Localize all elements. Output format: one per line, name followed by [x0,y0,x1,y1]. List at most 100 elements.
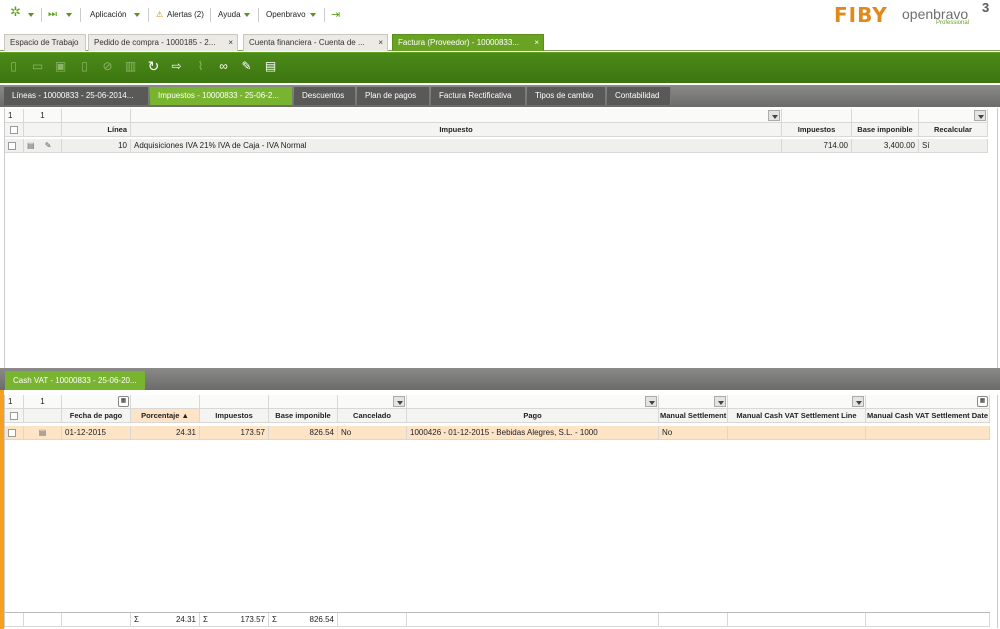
filter-count: 1 [24,109,62,123]
column-header-recalc[interactable]: Recalcular [919,123,988,137]
filter-base[interactable] [269,395,338,409]
column-header-cancelled[interactable]: Cancelado [338,409,407,423]
quick-create-icon[interactable]: ✲ [10,5,21,19]
column-header-base[interactable]: Base imponible [269,409,338,423]
subtab-exchange-rates[interactable]: Tipos de cambio [527,87,606,105]
column-header-payment[interactable]: Pago [407,409,659,423]
logout-icon[interactable]: ⇥ [331,8,340,22]
summary-empty [728,613,866,627]
tab-financial-account[interactable]: Cuenta financiera - Cuenta de ... × [243,34,388,51]
save-close-icon[interactable]: ▯ [75,57,94,76]
column-header-line[interactable]: Línea [62,123,131,137]
select-all-checkbox[interactable] [5,409,24,423]
help-menu-caret[interactable] [244,8,250,22]
column-header-taxes[interactable]: Impuestos [782,123,852,137]
filter-manual-date[interactable]: ▦ [866,395,990,409]
filter-tax[interactable] [131,109,782,123]
calendar-icon[interactable]: ▦ [118,396,129,407]
alerts-link[interactable]: Alertas (2) [167,8,204,22]
refresh-icon[interactable]: ↻ [144,57,163,76]
chevron-down-icon[interactable] [393,396,405,407]
column-header-manual-line[interactable]: Manual Cash VAT Settlement Line [728,409,866,423]
link-icon[interactable]: ∞ [214,57,233,76]
filter-payment[interactable] [407,395,659,409]
export-icon[interactable]: ⇨ [167,57,186,76]
grid-view-icon[interactable]: ▤ [261,57,280,76]
delete-icon[interactable]: ▥ [121,57,140,76]
column-header-date[interactable]: Fecha de pago [62,409,131,423]
cash-vat-grid: 1 1 ▦ ▦ Fecha de pago Porcentaje ▲ Impue… [4,395,998,628]
summary-empty [62,613,131,627]
chevron-down-icon[interactable] [974,110,986,121]
chevron-down-icon[interactable] [714,396,726,407]
close-icon[interactable]: × [228,35,233,51]
subtab-corrective-invoice[interactable]: Factura Rectificativa [431,87,526,105]
new-document-icon[interactable]: ▯ [4,57,23,76]
select-all-checkbox[interactable] [5,123,24,137]
filter-manual[interactable] [659,395,728,409]
summary-empty [407,613,659,627]
filter-base[interactable] [852,109,919,123]
application-menu[interactable]: Aplicación [90,8,126,22]
column-header-tax[interactable]: Impuesto [131,123,782,137]
undo-icon[interactable]: ⊘ [98,57,117,76]
save-icon[interactable]: ▣ [51,57,70,76]
attach-icon[interactable]: ⌇ [191,57,210,76]
help-menu[interactable]: Ayuda [218,8,241,22]
filter-pct[interactable] [131,395,200,409]
table-row[interactable]: ▤ 01-12-2015 24.31 173.57 826.54 No 1000… [5,426,990,440]
audit-icon[interactable]: ✎ [237,57,256,76]
filter-manual-line[interactable] [728,395,866,409]
chevron-down-icon[interactable] [852,396,864,407]
application-menu-caret[interactable] [134,8,140,22]
subtab-discounts[interactable]: Descuentos [294,87,356,105]
user-menu-caret[interactable] [310,8,316,22]
subtab-lines[interactable]: Líneas - 10000833 - 25-06-2014... [4,87,149,105]
tab-purchase-order[interactable]: Pedido de compra - 1000185 - 2... × [88,34,238,51]
subtab-taxes[interactable]: Impuestos - 10000833 - 25-06-2... [150,87,293,105]
quick-create-dropdown[interactable] [28,8,34,22]
close-icon[interactable]: × [534,35,539,51]
filter-taxes[interactable] [782,109,852,123]
row-checkbox[interactable] [5,426,24,440]
table-row[interactable]: ▤ ✎ 10 Adquisiciones IVA 21% IVA de Caja… [5,139,988,153]
document-icon[interactable]: ▤ [27,141,35,150]
openbravo-version: 3 [982,0,990,15]
tab-workspace[interactable]: Espacio de Trabajo [4,34,86,51]
openbravo-edition: Professional [936,20,970,26]
subtab-cash-vat[interactable]: Cash VAT - 10000833 - 25-06-20... [5,371,145,390]
filter-taxes[interactable] [200,395,269,409]
summary-pct: Σ 24.31 [131,613,200,627]
calendar-icon[interactable]: ▦ [977,396,988,407]
new-row-icon[interactable]: ▭ [28,57,47,76]
cell-taxes: 714.00 [782,139,852,153]
chevron-down-icon[interactable] [768,110,780,121]
column-header-pct[interactable]: Porcentaje ▲ [131,409,200,423]
row-actions: ▤ [24,426,62,440]
filter-recalc[interactable] [919,109,988,123]
filter-line[interactable] [62,109,131,123]
row-checkbox[interactable] [5,139,24,153]
edit-icon[interactable]: ✎ [45,141,52,150]
row-actions-header [24,123,62,137]
close-icon[interactable]: × [378,35,383,51]
cell-pct: 24.31 [131,426,200,440]
filter-cancelled[interactable] [338,395,407,409]
quick-launch-icon[interactable]: ⏭ [48,8,57,22]
column-header-manual[interactable]: Manual Settlement [659,409,728,423]
summary-empty [5,613,24,627]
column-header-base[interactable]: Base imponible [852,123,919,137]
subtab-payment-plan[interactable]: Plan de pagos [357,87,430,105]
quick-launch-dropdown[interactable] [66,8,72,22]
company-logo: FIBY [834,3,888,27]
filter-date[interactable]: ▦ [62,395,131,409]
tab-supplier-invoice[interactable]: Factura (Proveedor) - 10000833... × [392,34,544,51]
chevron-down-icon[interactable] [645,396,657,407]
document-icon[interactable]: ▤ [39,428,47,437]
filter-count: 1 [5,109,24,123]
alert-icon[interactable]: ⚠ [156,8,163,22]
user-menu[interactable]: Openbravo [266,8,306,22]
subtab-accounting[interactable]: Contabilidad [607,87,671,105]
column-header-manual-date[interactable]: Manual Cash VAT Settlement Date [866,409,990,423]
column-header-taxes[interactable]: Impuestos [200,409,269,423]
